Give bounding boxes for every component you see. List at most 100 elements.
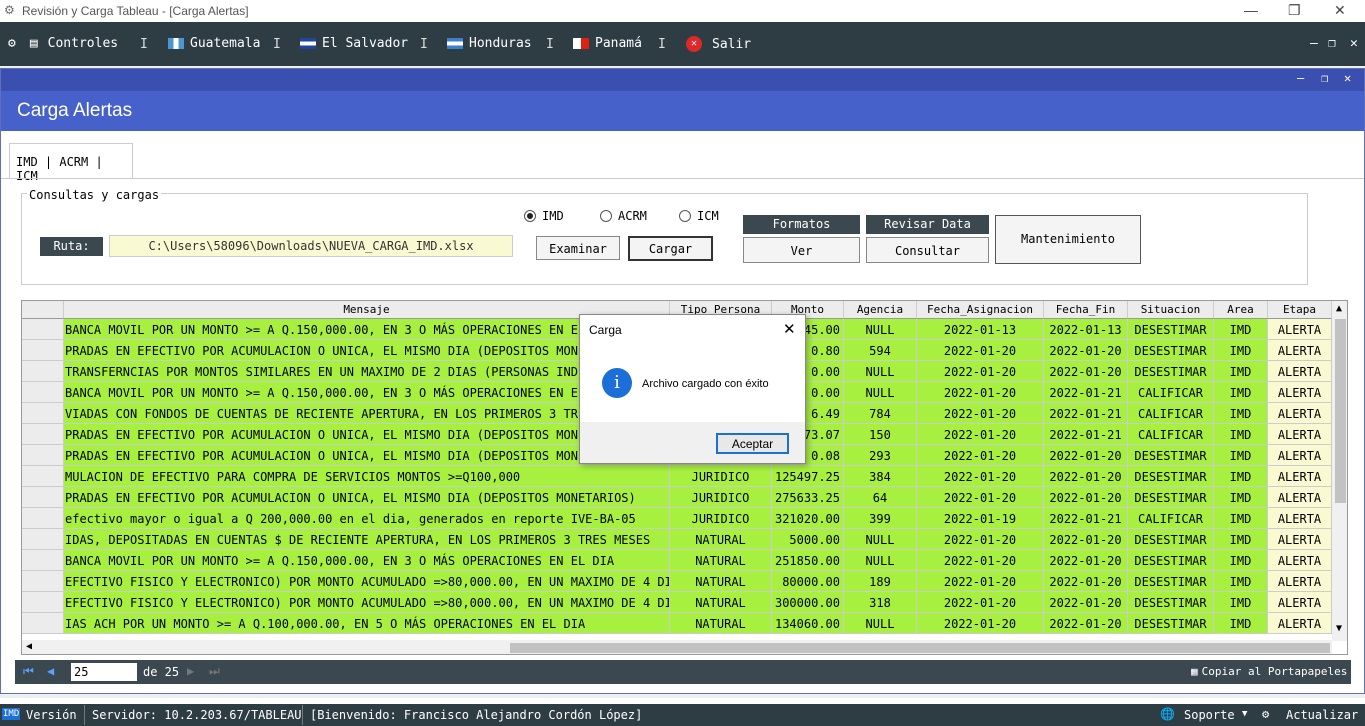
column-header[interactable]: Etapa bbox=[1268, 301, 1332, 319]
minimize-icon[interactable]: — bbox=[1244, 2, 1258, 18]
mdi-minimize-icon[interactable]: – bbox=[1310, 36, 1318, 51]
table-cell: CALIFICAR bbox=[1128, 424, 1214, 445]
mdi-close-icon[interactable]: ✕ bbox=[1350, 36, 1358, 51]
table-cell: ALERTA bbox=[1268, 613, 1332, 634]
row-selector[interactable] bbox=[22, 340, 64, 361]
table-cell: DESESTIMAR bbox=[1128, 613, 1214, 634]
column-header[interactable]: Area bbox=[1214, 301, 1268, 319]
radio-acrm[interactable]: ACRM bbox=[600, 209, 647, 223]
table-row[interactable]: MULACION DE EFECTIVO PARA COMPRA DE SERV… bbox=[22, 466, 1332, 487]
row-selector[interactable] bbox=[22, 382, 64, 403]
tab-imd-acrm-icm[interactable]: IMD | ACRM | ICM bbox=[9, 143, 133, 183]
table-row[interactable]: EFECTIVO FISICO Y ELECTRONICO) POR MONTO… bbox=[22, 571, 1332, 592]
table-row[interactable]: EFECTIVO FISICO Y ELECTRONICO) POR MONTO… bbox=[22, 592, 1332, 613]
table-cell: 399 bbox=[844, 508, 917, 529]
first-page-icon[interactable]: ⏮ bbox=[23, 664, 34, 679]
row-selector[interactable] bbox=[22, 592, 64, 613]
table-cell: BANCA MOVIL POR UN MONTO >= A Q.150,000.… bbox=[64, 550, 670, 571]
close-icon[interactable]: ✕ bbox=[1334, 2, 1346, 19]
table-cell: 134060.00 bbox=[772, 613, 844, 634]
soporte-menu[interactable]: Soporte bbox=[1184, 708, 1235, 722]
row-selector[interactable] bbox=[22, 445, 64, 466]
table-cell: 2022-01-13 bbox=[1044, 319, 1128, 340]
column-header[interactable]: Agencia bbox=[844, 301, 917, 319]
table-cell: PRADAS EN EFECTIVO POR ACUMULACION O UNI… bbox=[64, 487, 670, 508]
row-selector[interactable] bbox=[22, 487, 64, 508]
scroll-thumb[interactable] bbox=[1335, 319, 1346, 503]
menu-salir[interactable]: ✕ Salir bbox=[686, 36, 751, 52]
table-row[interactable]: IAS ACH POR UN MONTO >= A Q.100,000.00, … bbox=[22, 613, 1332, 634]
scroll-down-icon[interactable]: ▼ bbox=[1336, 623, 1342, 634]
table-cell: 125497.25 bbox=[772, 466, 844, 487]
table-cell: NATURAL bbox=[670, 550, 772, 571]
child-close-icon[interactable]: ✕ bbox=[1344, 71, 1351, 85]
examinar-button[interactable]: Examinar bbox=[536, 236, 620, 260]
consultar-button[interactable]: Consultar bbox=[866, 237, 989, 263]
radio-imd[interactable]: IMD bbox=[524, 209, 564, 223]
scroll-left-icon[interactable]: ◀ bbox=[26, 641, 32, 652]
mdi-restore-icon[interactable]: ❐ bbox=[1328, 36, 1336, 51]
maximize-icon[interactable]: ❐ bbox=[1288, 2, 1301, 19]
table-row[interactable]: BANCA MOVIL POR UN MONTO >= A Q.150,000.… bbox=[22, 550, 1332, 571]
table-cell: DESESTIMAR bbox=[1128, 529, 1214, 550]
row-selector[interactable] bbox=[22, 319, 64, 340]
dialog-close-icon[interactable]: ✕ bbox=[783, 320, 796, 338]
table-cell: ALERTA bbox=[1268, 403, 1332, 424]
menu-separator: I bbox=[546, 37, 554, 52]
window-title: Revisión y Carga Tableau - [Carga Alerta… bbox=[22, 4, 249, 18]
table-cell: IMD bbox=[1214, 424, 1268, 445]
copy-clipboard-button[interactable]: ▦ Copiar al Portapapeles bbox=[1191, 665, 1347, 678]
row-selector[interactable] bbox=[22, 508, 64, 529]
vertical-scrollbar[interactable]: ▲ ▼ bbox=[1332, 301, 1347, 641]
table-row[interactable]: efectivo mayor o igual a Q 200,000.00 en… bbox=[22, 508, 1332, 529]
ver-button[interactable]: Ver bbox=[743, 237, 860, 263]
menu-panama[interactable]: Panamá bbox=[573, 36, 642, 51]
column-header[interactable]: Situacion bbox=[1128, 301, 1214, 319]
column-header[interactable]: Fecha_Fin bbox=[1044, 301, 1128, 319]
mantenimiento-button[interactable]: Mantenimiento bbox=[995, 215, 1141, 264]
menu-separator: I bbox=[273, 37, 281, 52]
table-cell: ALERTA bbox=[1268, 508, 1332, 529]
row-selector[interactable] bbox=[22, 571, 64, 592]
hscroll-thumb[interactable] bbox=[510, 643, 1330, 653]
app-icon: ⚙ bbox=[4, 3, 15, 17]
ruta-field[interactable]: C:\Users\58096\Downloads\NUEVA_CARGA_IMD… bbox=[109, 235, 513, 257]
child-minimize-icon[interactable]: – bbox=[1297, 71, 1304, 85]
row-selector[interactable] bbox=[22, 613, 64, 634]
column-header[interactable]: Fecha_Asignacion bbox=[917, 301, 1044, 319]
table-cell: CALIFICAR bbox=[1128, 508, 1214, 529]
menu-guatemala[interactable]: Guatemala bbox=[168, 36, 260, 51]
child-restore-icon[interactable]: ❐ bbox=[1321, 71, 1328, 85]
chevron-down-icon[interactable]: ▼ bbox=[1242, 709, 1247, 719]
aceptar-button[interactable]: Aceptar bbox=[716, 433, 789, 454]
scroll-up-icon[interactable]: ▲ bbox=[1336, 303, 1342, 314]
menu-honduras[interactable]: Honduras bbox=[447, 36, 532, 51]
table-cell: ALERTA bbox=[1268, 319, 1332, 340]
exit-icon: ✕ bbox=[686, 36, 702, 52]
table-cell: IMD bbox=[1214, 361, 1268, 382]
row-selector[interactable] bbox=[22, 529, 64, 550]
next-page-icon[interactable]: ▶ bbox=[187, 664, 194, 678]
page-input[interactable]: 25 bbox=[71, 663, 137, 681]
cargar-button[interactable]: Cargar bbox=[628, 236, 713, 261]
table-cell: IMD bbox=[1214, 529, 1268, 550]
table-cell: 2022-01-20 bbox=[917, 613, 1044, 634]
menu-controles[interactable]: ⚙ ▤ Controles bbox=[8, 36, 118, 51]
row-selector[interactable] bbox=[22, 424, 64, 445]
table-row[interactable]: PRADAS EN EFECTIVO POR ACUMULACION O UNI… bbox=[22, 487, 1332, 508]
horizontal-scrollbar[interactable]: ◀ bbox=[22, 640, 1332, 654]
menu-el-salvador[interactable]: El Salvador bbox=[300, 36, 408, 51]
table-row[interactable]: IDAS, DEPOSITADAS EN CUENTAS $ DE RECIEN… bbox=[22, 529, 1332, 550]
row-selector[interactable] bbox=[22, 550, 64, 571]
row-selector[interactable] bbox=[22, 361, 64, 382]
table-cell: NULL bbox=[844, 319, 917, 340]
actualizar-button[interactable]: Actualizar bbox=[1286, 708, 1358, 722]
table-cell: ALERTA bbox=[1268, 361, 1332, 382]
last-page-icon[interactable]: ⏭ bbox=[209, 664, 220, 679]
prev-page-icon[interactable]: ◀ bbox=[47, 664, 54, 678]
table-cell: 2022-01-20 bbox=[917, 571, 1044, 592]
row-selector[interactable] bbox=[22, 403, 64, 424]
table-cell: NULL bbox=[844, 613, 917, 634]
radio-icm[interactable]: ICM bbox=[679, 209, 719, 223]
row-selector[interactable] bbox=[22, 466, 64, 487]
